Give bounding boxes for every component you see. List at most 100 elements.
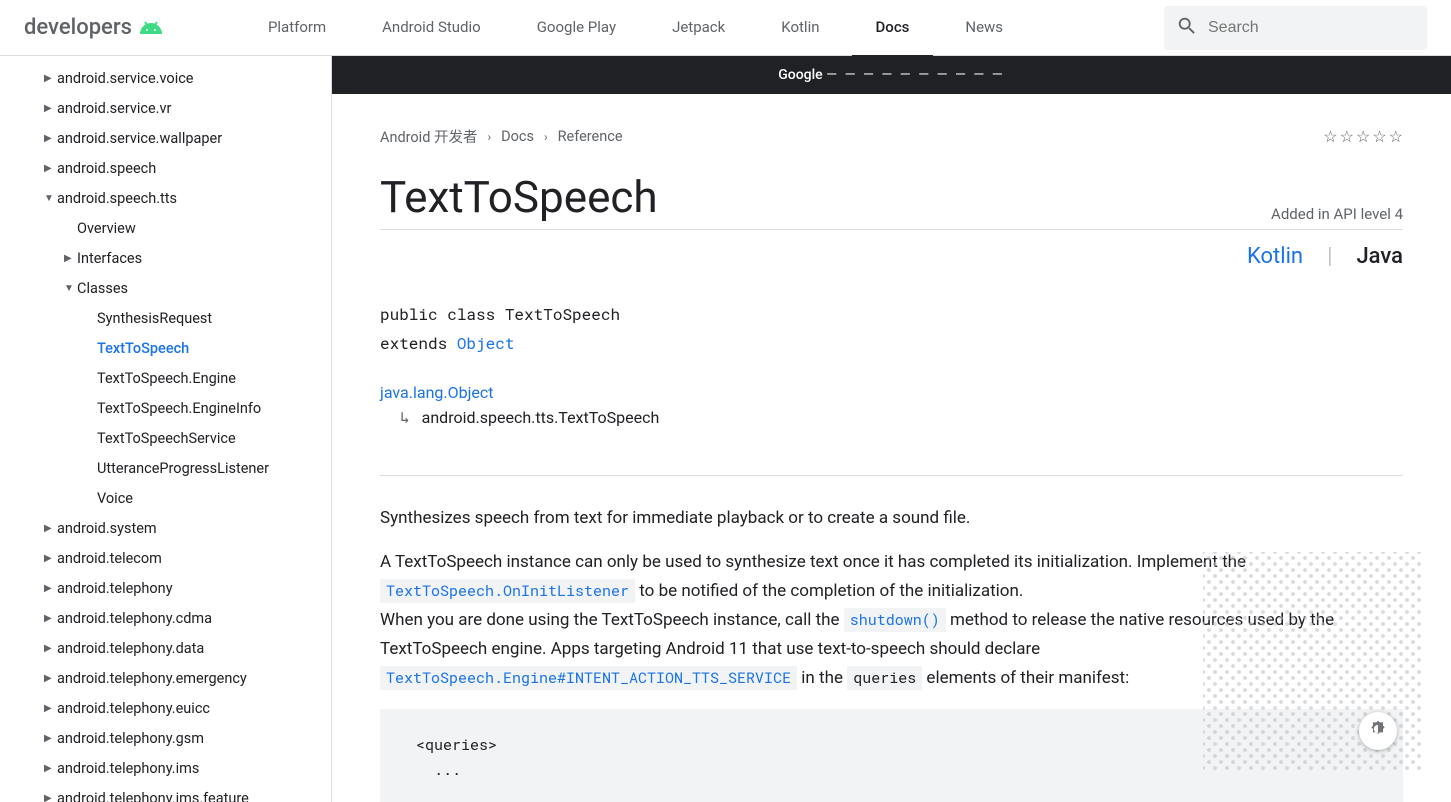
chevron-right-icon: ▶	[44, 574, 57, 604]
search-input[interactable]	[1208, 19, 1415, 37]
breadcrumb-item[interactable]: Android 开发者	[380, 126, 478, 147]
sidebar-item-android-telephony-ims[interactable]: ▶android.telephony.ims	[0, 754, 331, 784]
sidebar-item-label: android.telephony	[57, 574, 173, 604]
sidebar-item-interfaces[interactable]: ▶Interfaces	[0, 244, 331, 274]
top-header: developers PlatformAndroid StudioGoogle …	[0, 0, 1451, 56]
sidebar-item-android-telephony-euicc[interactable]: ▶android.telephony.euicc	[0, 694, 331, 724]
star-icon[interactable]: ☆	[1389, 127, 1403, 146]
rating-stars[interactable]: ☆ ☆ ☆ ☆ ☆	[1323, 127, 1403, 146]
sidebar-item-label: SynthesisRequest	[97, 304, 212, 334]
chevron-down-icon: ▼	[44, 184, 57, 214]
sidebar-item-label: android.telecom	[57, 544, 162, 574]
sidebar-item-android-telephony-emergency[interactable]: ▶android.telephony.emergency	[0, 664, 331, 694]
nav-item-news[interactable]: News	[941, 0, 1027, 57]
sidebar-item-label: android.speech	[57, 154, 156, 184]
chevron-right-icon: ▶	[44, 784, 57, 802]
inherit-arrow-icon: ↳	[400, 408, 410, 427]
star-icon[interactable]: ☆	[1340, 127, 1354, 146]
sig-classname: TextToSpeech	[505, 304, 620, 325]
sidebar-item-label: UtteranceProgressListener	[97, 454, 269, 484]
sidebar-item-label: TextToSpeech.Engine	[97, 364, 236, 394]
sidebar-item-android-telephony-cdma[interactable]: ▶android.telephony.cdma	[0, 604, 331, 634]
star-icon[interactable]: ☆	[1323, 127, 1337, 146]
sidebar-item-texttospeech[interactable]: TextToSpeech	[0, 334, 331, 364]
sidebar-item-label: android.service.voice	[57, 64, 194, 94]
breadcrumb-item[interactable]: Docs	[501, 128, 534, 145]
sidebar-item-label: android.telephony.data	[57, 634, 204, 664]
nav-item-jetpack[interactable]: Jetpack	[648, 0, 749, 57]
sig-keyword: extends	[380, 333, 457, 354]
sidebar-item-label: android.telephony.ims.feature	[57, 784, 249, 802]
code-literal: queries	[847, 666, 922, 690]
search-icon	[1176, 15, 1208, 41]
chevron-right-icon: ▶	[44, 514, 57, 544]
sidebar-item-label: TextToSpeechService	[97, 424, 236, 454]
nav-item-platform[interactable]: Platform	[244, 0, 350, 57]
chevron-right-icon: ▶	[64, 244, 77, 274]
sidebar-item-label: android.speech.tts	[57, 184, 177, 214]
sidebar-item-classes[interactable]: ▼Classes	[0, 274, 331, 304]
sidebar-item-android-service-voice[interactable]: ▶android.service.voice	[0, 64, 331, 94]
breadcrumb-item[interactable]: Reference	[558, 128, 623, 145]
sig-super-link[interactable]: Object	[457, 333, 515, 354]
sidebar-item-android-speech[interactable]: ▶android.speech	[0, 154, 331, 184]
sidebar-item-label: Interfaces	[77, 244, 142, 274]
code-link[interactable]: shutdown()	[844, 608, 946, 632]
sidebar[interactable]: ▶android.service.voice▶android.service.v…	[0, 56, 332, 802]
sidebar-item-android-system[interactable]: ▶android.system	[0, 514, 331, 544]
sidebar-item-android-telecom[interactable]: ▶android.telecom	[0, 544, 331, 574]
sidebar-item-android-telephony-gsm[interactable]: ▶android.telephony.gsm	[0, 724, 331, 754]
chevron-right-icon: ▶	[44, 694, 57, 724]
brightness-icon	[1368, 719, 1388, 743]
code-link[interactable]: TextToSpeech.OnInitListener	[380, 579, 635, 603]
logo[interactable]: developers	[24, 15, 164, 40]
nav-item-google-play[interactable]: Google Play	[513, 0, 640, 57]
search-box[interactable]	[1164, 6, 1427, 50]
sidebar-item-voice[interactable]: Voice	[0, 484, 331, 514]
inherit-child-text: android.speech.tts.TextToSpeech	[422, 408, 660, 427]
sidebar-item-android-speech-tts[interactable]: ▼android.speech.tts	[0, 184, 331, 214]
inherit-root-link[interactable]: java.lang.Object	[380, 383, 494, 402]
chevron-right-icon: ▶	[44, 754, 57, 784]
code-link[interactable]: TextToSpeech.Engine#INTENT_ACTION_TTS_SE…	[380, 666, 797, 690]
chevron-right-icon: ▶	[44, 124, 57, 154]
star-icon[interactable]: ☆	[1372, 127, 1386, 146]
sidebar-item-utteranceprogresslistener[interactable]: UtteranceProgressListener	[0, 454, 331, 484]
logo-text: developers	[24, 15, 132, 40]
sidebar-item-label: Overview	[77, 214, 136, 244]
theme-toggle-button[interactable]	[1359, 712, 1397, 750]
nav-item-kotlin[interactable]: Kotlin	[757, 0, 843, 57]
sidebar-item-texttospeechservice[interactable]: TextToSpeechService	[0, 424, 331, 454]
top-banner: Google — — — — — — — — — —	[332, 56, 1451, 94]
sidebar-item-android-service-vr[interactable]: ▶android.service.vr	[0, 94, 331, 124]
nav-item-docs[interactable]: Docs	[852, 0, 934, 57]
page-title: TextToSpeech	[380, 171, 658, 223]
sidebar-item-label: android.telephony.ims	[57, 754, 199, 784]
sidebar-item-label: TextToSpeech	[97, 334, 189, 364]
sidebar-item-texttospeech-engine[interactable]: TextToSpeech.Engine	[0, 364, 331, 394]
tab-java[interactable]: Java	[1356, 244, 1403, 269]
sidebar-item-label: android.system	[57, 514, 157, 544]
sidebar-item-label: TextToSpeech.EngineInfo	[97, 394, 261, 424]
chevron-right-icon: ▶	[44, 664, 57, 694]
sidebar-item-texttospeech-engineinfo[interactable]: TextToSpeech.EngineInfo	[0, 394, 331, 424]
chevron-right-icon: ▶	[44, 724, 57, 754]
tab-kotlin[interactable]: Kotlin	[1247, 244, 1303, 269]
sidebar-item-label: android.service.wallpaper	[57, 124, 222, 154]
sidebar-item-android-telephony-data[interactable]: ▶android.telephony.data	[0, 634, 331, 664]
chevron-right-icon: ›	[488, 130, 492, 144]
api-level-badge: Added in API level 4	[1271, 205, 1403, 223]
sidebar-item-android-telephony-ims-feature[interactable]: ▶android.telephony.ims.feature	[0, 784, 331, 802]
sidebar-item-overview[interactable]: Overview	[0, 214, 331, 244]
nav-item-android-studio[interactable]: Android Studio	[358, 0, 505, 57]
class-signature: public class TextToSpeech extends Object	[380, 301, 1403, 359]
inheritance-tree: java.lang.Object ↳ android.speech.tts.Tex…	[380, 383, 1403, 427]
chevron-right-icon: ›	[544, 130, 548, 144]
sidebar-item-android-telephony[interactable]: ▶android.telephony	[0, 574, 331, 604]
chevron-right-icon: ▶	[44, 634, 57, 664]
sidebar-item-android-service-wallpaper[interactable]: ▶android.service.wallpaper	[0, 124, 331, 154]
sidebar-item-label: android.telephony.euicc	[57, 694, 210, 724]
breadcrumb: Android 开发者 › Docs › Reference	[380, 126, 623, 147]
sidebar-item-synthesisrequest[interactable]: SynthesisRequest	[0, 304, 331, 334]
star-icon[interactable]: ☆	[1356, 127, 1370, 146]
